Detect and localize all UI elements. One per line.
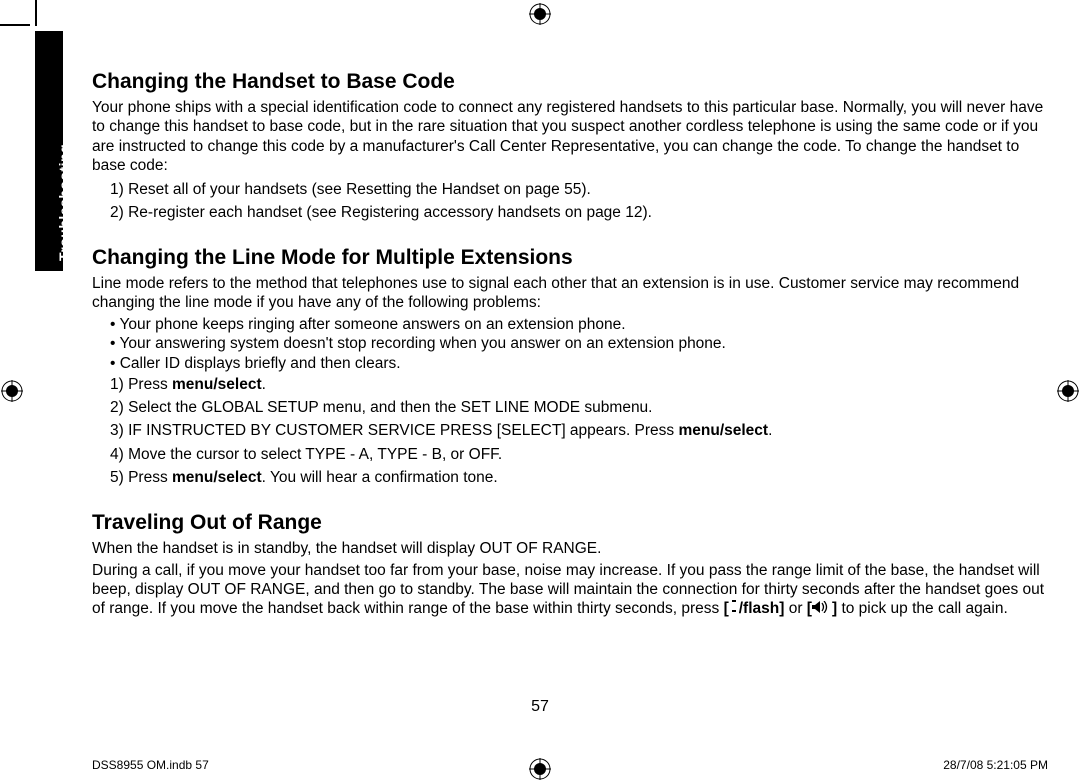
text: 5) Press	[110, 469, 172, 486]
text: . You will hear a confirmation tone.	[262, 469, 498, 486]
text: 3) IF INSTRUCTED BY CUSTOMER SERVICE PRE…	[110, 422, 678, 439]
text: .	[768, 422, 772, 439]
ordered-list: 1) Press menu/select. 2) Select the GLOB…	[92, 373, 1052, 489]
list-item: • Caller ID displays briefly and then cl…	[110, 354, 1052, 373]
heading-changing-line-mode: Changing the Line Mode for Multiple Exte…	[92, 246, 1052, 270]
ordered-list: 1) Reset all of your handsets (see Reset…	[92, 178, 1052, 225]
talk-icon	[729, 599, 739, 618]
crop-mark-icon	[35, 0, 37, 26]
list-item: 3) IF INSTRUCTED BY CUSTOMER SERVICE PRE…	[110, 419, 1052, 442]
text: or	[784, 600, 806, 617]
text: .	[262, 376, 266, 393]
button-label-text: menu/select	[172, 376, 262, 393]
page-content: Changing the Handset to Base Code Your p…	[92, 70, 1052, 621]
footer-timestamp: 28/7/08 5:21:05 PM	[943, 758, 1048, 772]
bullet-list: • Your phone keeps ringing after someone…	[92, 315, 1052, 373]
paragraph: When the handset is in standby, the hand…	[92, 539, 1052, 558]
list-item: 2) Re-register each handset (see Registe…	[110, 201, 1052, 224]
list-item: 1) Reset all of your handsets (see Reset…	[110, 178, 1052, 201]
page-number: 57	[0, 698, 1080, 716]
paragraph: Your phone ships with a special identifi…	[92, 98, 1052, 176]
list-item: 5) Press menu/select. You will hear a co…	[110, 466, 1052, 489]
footer-filename: DSS8955 OM.indb 57	[92, 758, 209, 772]
button-label-text: menu/select	[678, 422, 768, 439]
list-item: 4) Move the cursor to select TYPE - A, T…	[110, 443, 1052, 466]
text: to pick up the call again.	[837, 600, 1008, 617]
registration-mark-icon	[1057, 380, 1079, 402]
paragraph: During a call, if you move your handset …	[92, 561, 1052, 619]
section-tab: Troubleshooting	[35, 31, 63, 271]
speaker-icon	[812, 599, 832, 618]
list-item: • Your phone keeps ringing after someone…	[110, 315, 1052, 334]
list-item: • Your answering system doesn't stop rec…	[110, 334, 1052, 353]
crop-mark-icon	[0, 24, 30, 26]
heading-changing-handset-code: Changing the Handset to Base Code	[92, 70, 1052, 94]
registration-mark-icon	[1, 380, 23, 402]
text: 1) Press	[110, 376, 172, 393]
heading-traveling-out-of-range: Traveling Out of Range	[92, 511, 1052, 535]
registration-mark-icon	[529, 3, 551, 25]
list-item: 2) Select the GLOBAL SETUP menu, and the…	[110, 396, 1052, 419]
list-item: 1) Press menu/select.	[110, 373, 1052, 396]
text: /flash]	[739, 600, 785, 617]
section-tab-label: Troubleshooting	[56, 144, 72, 261]
registration-mark-icon	[529, 758, 551, 780]
paragraph: Line mode refers to the method that tele…	[92, 274, 1052, 313]
manual-page: Troubleshooting Changing the Handset to …	[0, 0, 1080, 783]
button-label-text: menu/select	[172, 469, 262, 486]
